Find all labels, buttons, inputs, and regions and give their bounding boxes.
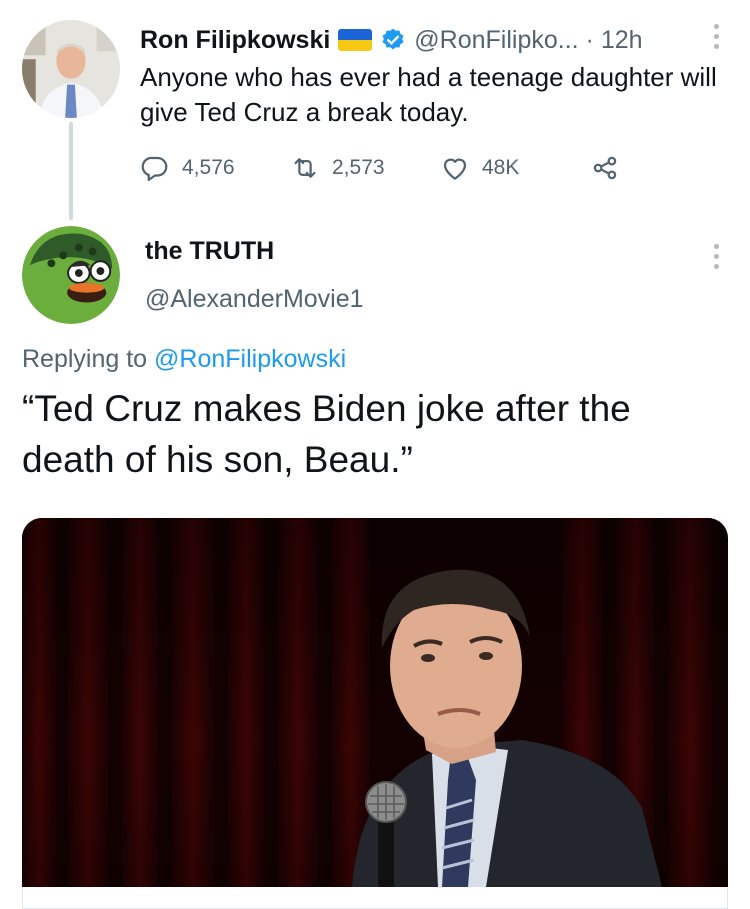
retweet-icon <box>294 158 316 178</box>
reply-count: 4,576 <box>182 156 235 179</box>
tweet-actions: 4,576 2,573 48K <box>140 148 620 188</box>
tweet-media-photo[interactable] <box>22 518 728 887</box>
replying-to-line: Replying to @RonFilipkowski <box>22 345 346 374</box>
tweet-text: Anyone who has ever had a teenage daught… <box>140 62 717 127</box>
tweet-header: Ron Filipkowski @RonFilipko... · 12h <box>140 20 643 60</box>
share-button[interactable] <box>590 153 620 183</box>
replying-prefix: Replying to <box>22 345 155 373</box>
avatar[interactable] <box>22 226 120 324</box>
author-name[interactable]: Ron Filipkowski <box>140 26 330 55</box>
author-handle-time[interactable]: @RonFilipko... · 12h <box>414 26 642 55</box>
author-name[interactable]: the TRUTH <box>145 237 274 266</box>
share-icon <box>593 156 617 180</box>
retweet-button[interactable]: 2,573 <box>290 153 440 183</box>
author-handle[interactable]: @AlexanderMovie1 <box>145 285 364 314</box>
tweet-text: “Ted Cruz makes Biden joke after the dea… <box>22 388 631 480</box>
more-options-icon[interactable] <box>714 24 720 49</box>
like-icon <box>443 158 467 180</box>
thread-connector-line <box>69 122 73 220</box>
ukraine-flag-icon <box>338 29 373 51</box>
retweet-count: 2,573 <box>332 156 385 179</box>
like-button[interactable]: 48K <box>440 153 590 183</box>
mention-link[interactable]: @RonFilipkowski <box>154 345 346 373</box>
avatar[interactable] <box>22 20 120 118</box>
reply-icon <box>141 156 168 181</box>
media-card-border <box>22 887 728 909</box>
reply-button[interactable]: 4,576 <box>140 153 290 183</box>
more-options-icon[interactable] <box>714 244 720 269</box>
like-count: 48K <box>482 156 520 179</box>
verified-badge-icon <box>382 28 404 50</box>
